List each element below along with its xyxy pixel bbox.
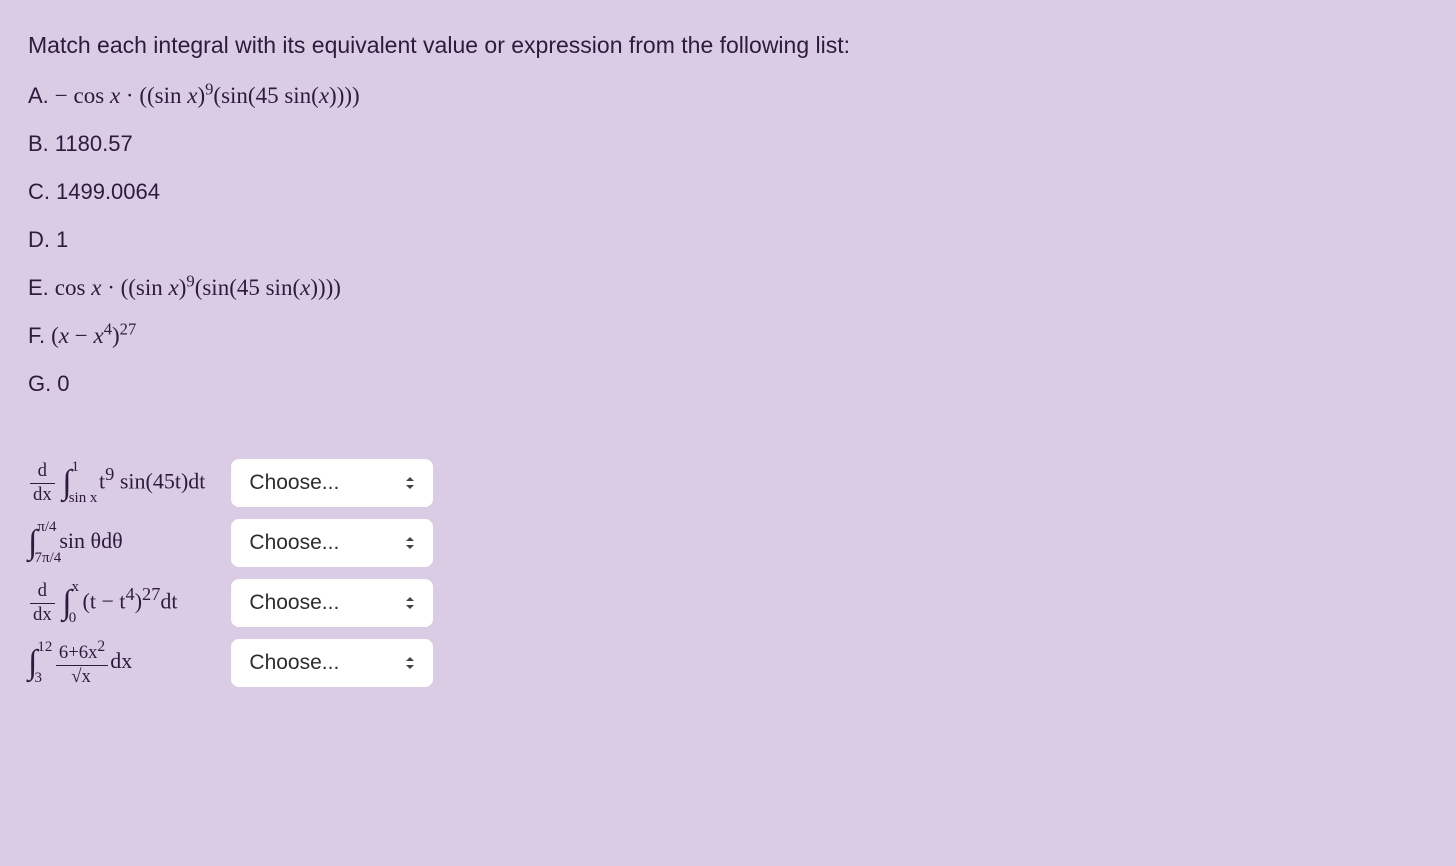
question-1-expression: ddx ∫1sin x t9 sin(45t)dt bbox=[28, 459, 231, 507]
question-3-select[interactable]: Choose... bbox=[231, 579, 433, 627]
select-placeholder: Choose... bbox=[249, 651, 339, 675]
option-f-expression: (x − x4)27 bbox=[51, 323, 136, 349]
option-b-label: B. bbox=[28, 131, 49, 157]
question-row-4: ∫123 6+6x2xdx Choose... bbox=[28, 639, 433, 687]
question-3-expression: ddx ∫x0 (t − t4)27dt bbox=[28, 579, 231, 627]
option-g-label: G. bbox=[28, 371, 51, 397]
updown-icon bbox=[405, 596, 415, 610]
option-b-value: 1180.57 bbox=[55, 131, 133, 157]
question-1-select[interactable]: Choose... bbox=[231, 459, 433, 507]
question-4-select[interactable]: Choose... bbox=[231, 639, 433, 687]
question-row-2: ∫π/47π/4 sin θdθ Choose... bbox=[28, 519, 433, 567]
option-a-expression: − cos x · ((sin x)9(sin(45 sin(x)))) bbox=[55, 83, 360, 109]
updown-icon bbox=[405, 476, 415, 490]
option-d-label: D. bbox=[28, 227, 50, 253]
option-c-value: 1499.0064 bbox=[56, 179, 160, 205]
option-e-label: E. bbox=[28, 275, 49, 301]
option-g: G. 0 bbox=[28, 371, 1428, 397]
question-2-select[interactable]: Choose... bbox=[231, 519, 433, 567]
option-a-label: A. bbox=[28, 83, 49, 109]
question-2-expression: ∫π/47π/4 sin θdθ bbox=[28, 519, 231, 567]
updown-icon bbox=[405, 536, 415, 550]
option-c: C. 1499.0064 bbox=[28, 179, 1428, 205]
option-f: F. (x − x4)27 bbox=[28, 323, 1428, 349]
option-f-label: F. bbox=[28, 323, 45, 349]
option-a: A. − cos x · ((sin x)9(sin(45 sin(x)))) bbox=[28, 83, 1428, 109]
updown-icon bbox=[405, 656, 415, 670]
select-placeholder: Choose... bbox=[249, 531, 339, 555]
option-g-value: 0 bbox=[57, 371, 69, 397]
question-row-1: ddx ∫1sin x t9 sin(45t)dt Choose... bbox=[28, 459, 433, 507]
option-b: B. 1180.57 bbox=[28, 131, 1428, 157]
question-prompt: Match each integral with its equivalent … bbox=[28, 32, 1428, 59]
question-row-3: ddx ∫x0 (t − t4)27dt Choose... bbox=[28, 579, 433, 627]
option-d-value: 1 bbox=[56, 227, 68, 253]
option-e: E. cos x · ((sin x)9(sin(45 sin(x)))) bbox=[28, 275, 1428, 301]
answer-options-list: A. − cos x · ((sin x)9(sin(45 sin(x)))) … bbox=[28, 83, 1428, 397]
option-c-label: C. bbox=[28, 179, 50, 205]
option-d: D. 1 bbox=[28, 227, 1428, 253]
option-e-expression: cos x · ((sin x)9(sin(45 sin(x)))) bbox=[55, 275, 341, 301]
select-placeholder: Choose... bbox=[249, 591, 339, 615]
select-placeholder: Choose... bbox=[249, 471, 339, 495]
question-4-expression: ∫123 6+6x2xdx bbox=[28, 639, 231, 687]
matching-table: ddx ∫1sin x t9 sin(45t)dt Choose... ∫π/4… bbox=[28, 447, 433, 699]
